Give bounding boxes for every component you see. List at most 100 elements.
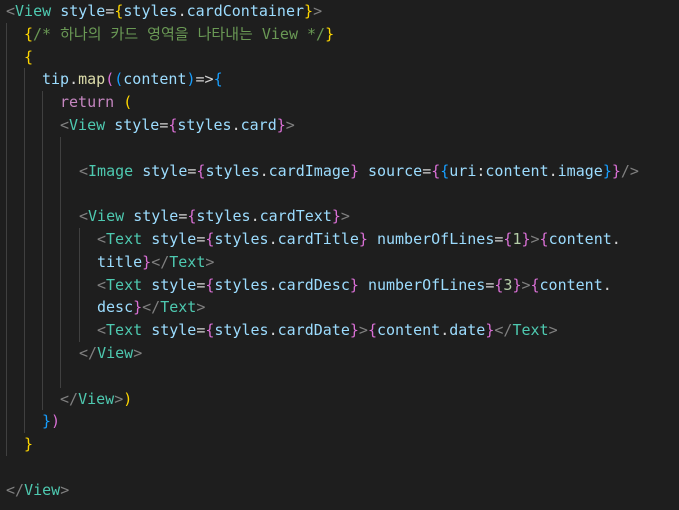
code-token: ): [123, 389, 133, 408]
code-token: }: [304, 2, 314, 20]
indent-guide: [79, 228, 80, 342]
code-token: >: [521, 275, 531, 294]
code-token: source: [368, 161, 423, 180]
code-line[interactable]: <Image style={styles.cardImage} source={…: [79, 160, 639, 183]
code-token: ): [186, 70, 196, 89]
code-token: Image: [88, 161, 134, 180]
code-token: }: [133, 298, 143, 317]
code-token: cardTitle: [277, 230, 359, 248]
code-token: </: [142, 298, 161, 317]
code-token: >: [133, 344, 143, 362]
code-token: }: [42, 412, 52, 431]
code-line[interactable]: }): [42, 410, 60, 433]
code-token: View: [78, 389, 115, 408]
code-token: }: [24, 435, 34, 454]
code-token: View: [15, 2, 52, 20]
code-line[interactable]: </View>: [79, 342, 142, 365]
code-token: content: [485, 161, 549, 180]
code-token: <: [6, 2, 16, 20]
code-token: (: [114, 70, 124, 89]
code-token: .: [268, 230, 278, 248]
code-token: />: [620, 161, 639, 180]
code-token: View: [69, 116, 106, 134]
code-line[interactable]: <View style={styles.cardText}>: [79, 205, 350, 228]
code-line[interactable]: return (: [60, 91, 132, 114]
code-line[interactable]: <View style={styles.card}>: [60, 114, 295, 137]
code-token: }: [331, 207, 341, 226]
code-token: .: [440, 321, 450, 340]
code-token: </: [6, 480, 25, 499]
code-token: return: [60, 93, 115, 112]
code-token: numberOfLines: [376, 230, 495, 248]
code-token: {: [24, 24, 34, 43]
indent-guide: [42, 91, 43, 411]
code-token: styles: [196, 207, 251, 226]
code-token: cardText: [259, 207, 332, 226]
code-token: content: [548, 230, 612, 248]
code-editor[interactable]: <View style={styles.cardContainer}> {/* 하…: [0, 0, 679, 510]
code-line[interactable]: }: [24, 433, 33, 456]
code-token: numberOfLines: [367, 275, 486, 294]
code-line[interactable]: tip.map((content)=>{: [42, 68, 223, 91]
code-token: >: [205, 252, 215, 271]
code-token: card: [240, 116, 277, 134]
code-token: cardDesc: [277, 275, 350, 294]
code-token: .: [268, 321, 278, 340]
code-line[interactable]: <Text style={styles.cardDate}>{content.d…: [97, 319, 558, 342]
code-token: date: [449, 321, 486, 340]
code-token: tip: [42, 70, 70, 89]
code-token: .: [602, 275, 612, 294]
indent-guide: [6, 22, 7, 456]
code-token: style: [151, 321, 197, 340]
code-token: title: [97, 252, 143, 271]
code-line[interactable]: {/* 하나의 카드 영역을 나타내는 View */}: [24, 23, 334, 46]
code-token: cardContainer: [186, 2, 305, 20]
code-line[interactable]: <Text style={styles.cardDesc} numberOfLi…: [97, 274, 612, 297]
code-token: Text: [160, 298, 197, 317]
code-token: Text: [106, 275, 143, 294]
code-token: }: [611, 161, 621, 180]
code-line[interactable]: <View style={styles.cardContainer}>: [6, 0, 322, 23]
code-line[interactable]: </View>): [60, 388, 132, 411]
code-token: >: [60, 480, 70, 499]
code-line[interactable]: desc}</Text>: [97, 296, 205, 319]
code-token: .: [231, 116, 241, 134]
code-token: </: [60, 389, 79, 408]
indent-guide: [60, 136, 61, 388]
code-token: Text: [106, 230, 143, 248]
code-token: .: [268, 275, 278, 294]
code-token: style: [60, 2, 106, 20]
code-line[interactable]: <Text style={styles.cardTitle} numberOfL…: [97, 228, 621, 251]
code-token: Text: [512, 321, 549, 340]
code-token: <: [97, 275, 107, 294]
code-token: (: [123, 93, 133, 112]
code-token: styles: [123, 2, 178, 20]
code-token: /* 하나의 카드 영역을 나타내는 View */: [33, 24, 326, 43]
code-token: styles: [214, 275, 269, 294]
code-token: }: [349, 275, 359, 294]
code-token: >: [285, 116, 295, 134]
code-token: View: [24, 480, 61, 499]
code-line[interactable]: </View>: [6, 479, 69, 502]
code-token: {: [24, 47, 34, 66]
code-line[interactable]: {: [24, 46, 33, 69]
code-token: {: [539, 230, 549, 248]
code-token: {: [440, 161, 450, 180]
code-token: >: [114, 389, 124, 408]
code-token: </: [151, 252, 170, 271]
code-token: View: [97, 344, 134, 362]
code-token: >: [530, 230, 540, 248]
code-token: styles: [177, 116, 232, 134]
code-line[interactable]: title}</Text>: [97, 251, 214, 274]
code-token: .: [69, 70, 79, 89]
code-token: Text: [169, 252, 206, 271]
code-token: {: [213, 70, 223, 89]
code-token: styles: [214, 230, 269, 248]
code-token: <: [79, 161, 89, 180]
